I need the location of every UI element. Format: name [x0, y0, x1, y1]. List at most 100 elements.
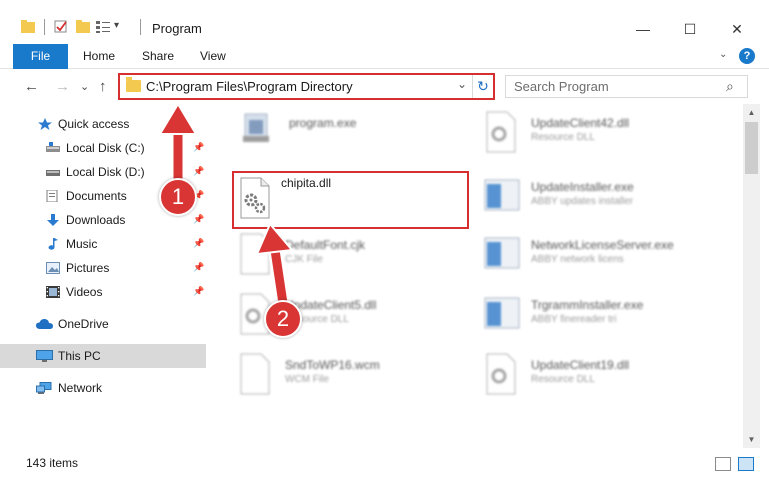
item-count: 143 items: [26, 456, 79, 470]
file-name: UpdateClient19.dll: [531, 358, 630, 372]
sidebar-item-pictures[interactable]: Pictures 📌: [0, 256, 206, 280]
quick-access-caret-icon[interactable]: ▾: [114, 20, 119, 31]
sidebar-item-label: Local Disk (C:): [66, 141, 145, 155]
maximize-button[interactable]: ☐: [667, 14, 713, 44]
search-input[interactable]: Search Program ⌕: [505, 75, 748, 98]
scroll-up-button[interactable]: ▲: [743, 104, 760, 121]
file-type: Resource DLL: [531, 132, 595, 143]
large-icons-view-icon[interactable]: [738, 457, 754, 471]
scroll-down-button[interactable]: ▼: [743, 431, 760, 448]
address-path[interactable]: C:\Program Files\Program Directory: [146, 79, 353, 94]
pin-icon[interactable]: 📌: [193, 166, 204, 177]
installer-icon: [484, 179, 520, 211]
music-icon: [48, 238, 58, 250]
sidebar-item-network[interactable]: Network: [0, 376, 206, 400]
scroll-thumb[interactable]: [745, 122, 758, 174]
sidebar-item-label: Network: [58, 381, 103, 395]
pictures-icon: [46, 262, 60, 274]
sidebar-item-videos[interactable]: Videos 📌: [0, 280, 206, 304]
download-icon: [47, 214, 59, 226]
refresh-button[interactable]: ↻: [472, 75, 493, 98]
star-icon: [38, 118, 52, 130]
pin-icon[interactable]: 📌: [193, 238, 204, 249]
back-button[interactable]: ←: [24, 78, 39, 95]
help-icon[interactable]: ?: [739, 48, 755, 64]
address-bar[interactable]: C:\Program Files\Program Directory ⌄ ↻: [118, 73, 495, 100]
minimize-button[interactable]: —: [620, 14, 666, 44]
up-button[interactable]: ↑: [99, 78, 107, 95]
title-separator: [140, 19, 141, 35]
step-badge-2: 2: [264, 300, 302, 338]
new-folder-icon[interactable]: [76, 20, 90, 33]
sidebar-item-this-pc[interactable]: This PC: [0, 344, 206, 368]
file-item[interactable]: UpdateInstaller.exe ABBY updates install…: [483, 174, 723, 230]
file-item[interactable]: DefaultFont.cjk CJK File: [237, 232, 477, 288]
tab-share[interactable]: Share: [142, 44, 174, 69]
file-item[interactable]: NetworkLicenseServer.exe ABBY network li…: [483, 232, 723, 288]
window-title: Program: [152, 21, 202, 36]
sidebar-item-quick-access[interactable]: Quick access: [0, 112, 206, 136]
properties-icon[interactable]: [54, 20, 68, 33]
sidebar-item-label: Music: [66, 237, 98, 251]
pin-icon[interactable]: 📌: [193, 286, 204, 297]
installer-icon: [484, 297, 520, 329]
address-dropdown-icon[interactable]: ⌄: [457, 77, 467, 91]
forward-button[interactable]: →: [55, 78, 70, 95]
documents-icon: [46, 190, 58, 202]
installer-icon: [484, 237, 520, 269]
pin-icon[interactable]: 📌: [193, 214, 204, 225]
close-button[interactable]: ✕: [714, 14, 760, 44]
network-icon: [36, 382, 52, 394]
view-options-icon[interactable]: [96, 20, 110, 33]
ribbon-tabs: File Home Share View ⌄ ?: [0, 44, 769, 69]
folder-icon[interactable]: [21, 20, 35, 33]
drive-icon: [46, 142, 60, 152]
dll-icon: [486, 353, 516, 395]
file-name: TrgrammInstaller.exe: [531, 298, 644, 312]
sidebar-item-label: Downloads: [66, 213, 126, 227]
tab-file[interactable]: File: [13, 44, 68, 69]
sidebar-item-onedrive[interactable]: OneDrive: [0, 312, 206, 336]
title-separator: [44, 19, 45, 35]
sidebar-item-label: Local Disk (D:): [66, 165, 145, 179]
file-item[interactable]: TrgrammInstaller.exe ABBY finereader tri: [483, 292, 723, 348]
step-badge-1: 1: [159, 178, 197, 216]
sidebar-item-label: Quick access: [58, 117, 130, 131]
drive-icon: [46, 170, 60, 176]
search-placeholder: Search Program: [514, 79, 609, 94]
file-name: UpdateClient42.dll: [531, 116, 630, 130]
pin-icon[interactable]: 📌: [193, 262, 204, 273]
file-item[interactable]: SndToWP16.wcm WCM File: [237, 352, 477, 408]
expand-ribbon-icon[interactable]: ⌄: [719, 49, 727, 60]
file-type: WCM File: [285, 374, 329, 385]
blank-file-icon: [240, 353, 270, 395]
sidebar-item-label: This PC: [58, 349, 101, 363]
details-view-icon[interactable]: [715, 457, 731, 471]
file-name: SndToWP16.wcm: [285, 358, 380, 372]
dll-icon: [486, 111, 516, 153]
title-bar: ▾ Program — ☐ ✕: [0, 0, 769, 44]
blank-file-icon: [240, 233, 270, 275]
sidebar-item-local-disk-c[interactable]: Local Disk (C:) 📌: [0, 136, 206, 160]
search-icon[interactable]: ⌕: [726, 78, 734, 95]
status-bar: 143 items: [0, 448, 769, 483]
file-type: ABBY network licens: [531, 254, 624, 265]
file-item[interactable]: program.exe: [241, 110, 481, 166]
tab-home[interactable]: Home: [83, 44, 115, 69]
recent-locations-button[interactable]: ⌄: [80, 80, 89, 93]
file-item[interactable]: UpdateClient19.dll Resource DLL: [483, 352, 723, 408]
computer-icon: [36, 350, 53, 362]
file-highlight-box: [232, 171, 469, 229]
file-item[interactable]: UpdateClient42.dll Resource DLL: [483, 110, 723, 166]
file-name: DefaultFont.cjk: [285, 238, 366, 252]
navigation-bar: ← → ⌄ ↑ C:\Program Files\Program Directo…: [0, 70, 769, 104]
pin-icon[interactable]: 📌: [193, 142, 204, 153]
sidebar-item-label: Pictures: [66, 261, 110, 275]
program-icon: [243, 113, 269, 142]
sidebar-item-music[interactable]: Music 📌: [0, 232, 206, 256]
file-type: CJK File: [285, 254, 323, 265]
vertical-scrollbar[interactable]: ▲ ▼: [743, 104, 760, 448]
file-name: program.exe: [289, 116, 357, 130]
file-list: program.exe UpdateClient42.dll Resource …: [207, 104, 743, 448]
tab-view[interactable]: View: [200, 44, 226, 69]
